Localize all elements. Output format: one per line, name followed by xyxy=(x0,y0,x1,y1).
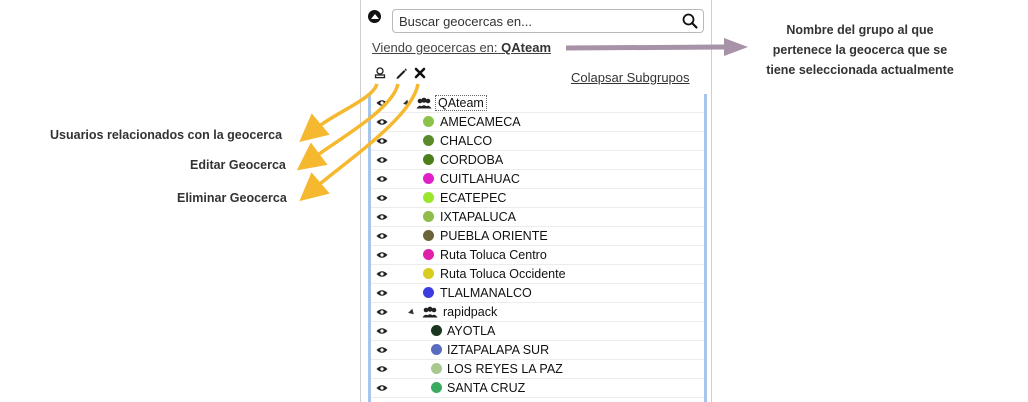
viewing-group-name: QAteam xyxy=(501,40,552,55)
delete-x-icon[interactable] xyxy=(413,66,427,80)
eye-icon[interactable] xyxy=(376,270,388,278)
geofence-label: IZTAPALAPA SUR xyxy=(447,343,550,357)
eye-icon[interactable] xyxy=(376,194,388,202)
eye-icon[interactable] xyxy=(376,137,388,145)
tree-geofence-row[interactable]: AYOTLA xyxy=(371,322,704,341)
geofence-color-dot xyxy=(431,363,442,374)
geofence-label: ECATEPEC xyxy=(440,191,507,205)
geofence-label: AMECAMECA xyxy=(440,115,521,129)
pencil-icon[interactable] xyxy=(394,66,408,80)
group-annotation-line-3: tiene seleccionada actualmente xyxy=(766,63,954,77)
eye-icon[interactable] xyxy=(376,384,388,392)
tree-geofence-row[interactable]: IZTAPALAPA SUR xyxy=(371,341,704,360)
edit-annotation: Editar Geocerca xyxy=(190,158,286,172)
eye-icon[interactable] xyxy=(376,289,388,297)
delete-annotation: Eliminar Geocerca xyxy=(177,191,287,205)
eye-icon[interactable] xyxy=(376,118,388,126)
eye-icon[interactable] xyxy=(376,308,388,316)
search-input[interactable] xyxy=(393,13,681,29)
geofence-label: CORDOBA xyxy=(440,153,504,167)
tree-geofence-row[interactable]: AMECAMECA xyxy=(371,113,704,132)
geofence-color-dot xyxy=(431,325,442,336)
geofence-label: CHALCO xyxy=(440,134,493,148)
eye-icon[interactable] xyxy=(376,232,388,240)
geofence-color-dot xyxy=(431,382,442,393)
collapse-panel-icon[interactable] xyxy=(368,10,381,23)
tree-geofence-row[interactable]: PUEBLA ORIENTE xyxy=(371,227,704,246)
viewing-prefix: Viendo geocercas en: xyxy=(372,40,498,55)
eye-icon[interactable] xyxy=(376,327,388,335)
tree-geofence-row[interactable]: Ruta Toluca Occidente xyxy=(371,265,704,284)
tree-geofence-row[interactable]: SANTA CRUZ xyxy=(371,379,704,398)
geofence-color-dot xyxy=(423,154,434,165)
eye-icon[interactable] xyxy=(376,99,388,107)
geofence-label: IXTAPALUCA xyxy=(440,210,516,224)
geofence-color-dot xyxy=(423,135,434,146)
tree-geofence-row[interactable]: CHALCO xyxy=(371,132,704,151)
collapse-subgroups-link[interactable]: Colapsar Subgrupos xyxy=(571,70,690,85)
geofence-color-dot xyxy=(423,249,434,260)
geofence-color-dot xyxy=(423,116,434,127)
tree-geofence-row[interactable]: LOS REYES LA PAZ xyxy=(371,360,704,379)
eye-icon[interactable] xyxy=(376,251,388,259)
search-icon[interactable] xyxy=(681,12,699,30)
group-icon xyxy=(422,306,438,318)
geofence-color-dot xyxy=(423,230,434,241)
geofence-color-dot xyxy=(423,268,434,279)
geofence-color-dot xyxy=(423,287,434,298)
geofence-color-dot xyxy=(423,192,434,203)
group-annotation-line-1: Nombre del grupo al que xyxy=(786,23,934,37)
tree-geofence-row[interactable]: CORDOBA xyxy=(371,151,704,170)
tree-geofence-row[interactable]: Ruta Toluca Centro xyxy=(371,246,704,265)
geofence-label: AYOTLA xyxy=(447,324,496,338)
geofence-label: PUEBLA ORIENTE xyxy=(440,229,548,243)
group-annotation: Nombre del grupo al que pertenece la geo… xyxy=(740,20,980,80)
eye-icon[interactable] xyxy=(376,156,388,164)
eye-icon[interactable] xyxy=(376,346,388,354)
tree-group-row[interactable]: rapidpack xyxy=(371,303,704,322)
geofence-label: CUITLAHUAC xyxy=(440,172,520,186)
geofence-color-dot xyxy=(431,344,442,355)
geofence-label: LOS REYES LA PAZ xyxy=(447,362,563,376)
expand-icon[interactable] xyxy=(408,308,416,317)
eye-icon[interactable] xyxy=(376,213,388,221)
tree-geofence-row[interactable]: TLALMANALCO xyxy=(371,284,704,303)
geofence-label: SANTA CRUZ xyxy=(447,381,526,395)
group-label: rapidpack xyxy=(443,305,498,319)
tree-geofence-row[interactable]: IXTAPALUCA xyxy=(371,208,704,227)
eye-icon[interactable] xyxy=(376,175,388,183)
geofence-label: Ruta Toluca Occidente xyxy=(440,267,566,281)
group-annotation-line-2: pertenece la geocerca que se xyxy=(772,43,948,57)
group-icon xyxy=(416,97,432,109)
geofence-label: TLALMANALCO xyxy=(440,286,532,300)
viewing-group-link[interactable]: Viendo geocercas en: QAteam xyxy=(372,40,551,55)
group-label: QAteam xyxy=(435,95,487,111)
geofence-label: Ruta Toluca Centro xyxy=(440,248,547,262)
tree-geofence-row[interactable]: CUITLAHUAC xyxy=(371,170,704,189)
expand-icon[interactable] xyxy=(403,99,411,108)
geofence-color-dot xyxy=(423,173,434,184)
geofence-color-dot xyxy=(423,211,434,222)
users-annotation: Usuarios relacionados con la geocerca xyxy=(50,128,283,142)
tree-geofence-row[interactable]: ECATEPEC xyxy=(371,189,704,208)
user-stamp-icon[interactable] xyxy=(373,66,387,80)
geofence-tree: QAteam AMECAMECA CHALCO CORDOBA CUITLAHUAC EC… xyxy=(368,94,707,402)
tree-group-row[interactable]: QAteam xyxy=(371,94,704,113)
eye-icon[interactable] xyxy=(376,365,388,373)
search-box xyxy=(392,9,704,33)
